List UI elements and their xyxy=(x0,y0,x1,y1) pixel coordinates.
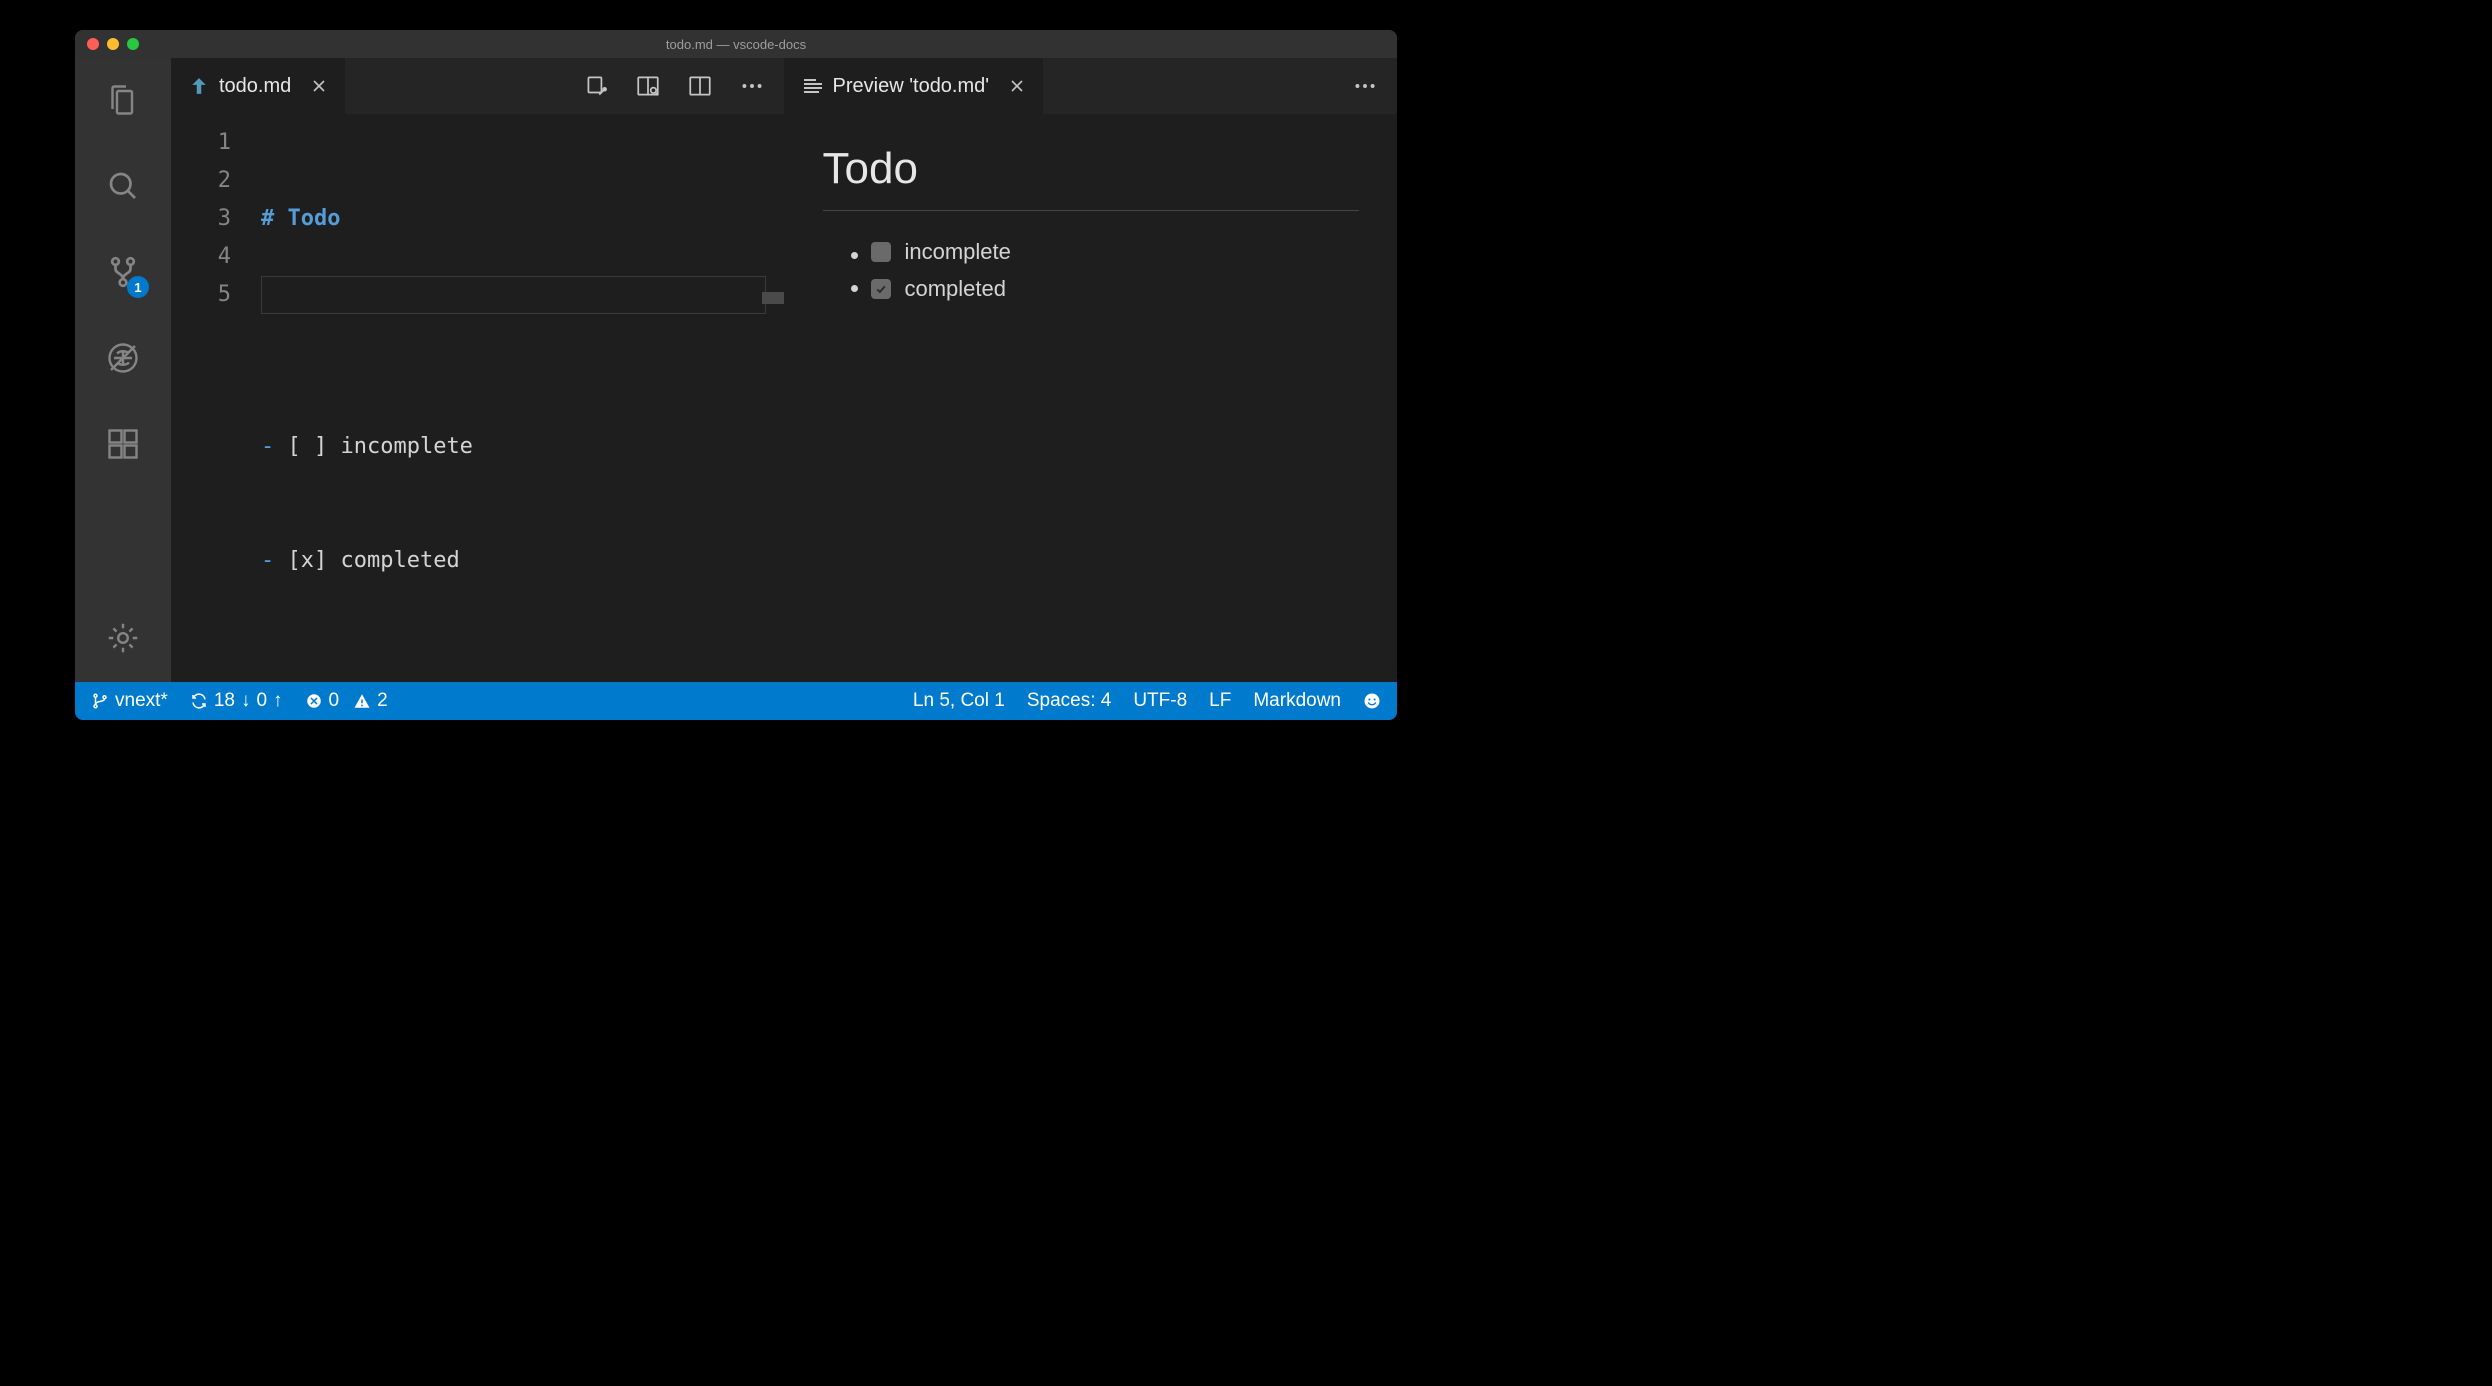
extensions-icon[interactable] xyxy=(99,420,147,468)
scm-badge: 1 xyxy=(127,276,149,298)
tab-preview[interactable]: Preview 'todo.md' xyxy=(785,58,1044,114)
tabs-row-right: Preview 'todo.md' xyxy=(785,58,1398,114)
status-language[interactable]: Markdown xyxy=(1253,690,1341,712)
arrow-up-icon: ↑ xyxy=(273,690,283,712)
code-text: [ ] incomplete xyxy=(288,434,473,459)
source-control-icon[interactable]: 1 xyxy=(99,248,147,296)
editor-pane-preview: Preview 'todo.md' Todo xyxy=(785,58,1398,682)
sync-incoming: 18 xyxy=(214,690,235,712)
debug-icon[interactable] xyxy=(99,334,147,382)
more-actions-icon[interactable] xyxy=(1351,72,1379,100)
line-number: 1 xyxy=(171,124,231,162)
split-editor-icon[interactable] xyxy=(686,72,714,100)
list-item: incomplete xyxy=(871,239,1360,265)
list-item: completed xyxy=(871,275,1360,302)
code-content: # Todo - [ ] incomplete - [x] completed xyxy=(261,114,784,682)
open-preview-side-icon[interactable] xyxy=(634,72,662,100)
editor-pane-source: todo.md xyxy=(171,58,785,682)
status-encoding[interactable]: UTF-8 xyxy=(1133,690,1187,712)
arrow-down-icon: ↓ xyxy=(241,690,251,712)
preview-heading: Todo xyxy=(823,144,1360,211)
tab-close-icon[interactable] xyxy=(1005,74,1029,98)
activity-bar: 1 xyxy=(75,58,171,682)
list-item-label: incomplete xyxy=(905,239,1011,265)
checkbox-checked-icon xyxy=(871,279,891,299)
settings-gear-icon[interactable] xyxy=(99,614,147,662)
window-maximize-button[interactable] xyxy=(127,38,139,50)
line-number: 3 xyxy=(171,200,231,238)
code-text: [x] completed xyxy=(288,548,460,573)
main-body: 1 todo.md xyxy=(75,58,1397,682)
list-item-label: completed xyxy=(905,276,1007,302)
checkbox-unchecked-icon xyxy=(871,242,891,262)
titlebar: todo.md — vscode-docs xyxy=(75,30,1397,58)
line-number: 5 xyxy=(171,276,231,314)
status-indent[interactable]: Spaces: 4 xyxy=(1027,690,1112,712)
warning-count: 2 xyxy=(377,690,388,712)
preview-icon xyxy=(803,76,823,96)
status-right: Ln 5, Col 1 Spaces: 4 UTF-8 LF Markdown xyxy=(913,690,1381,712)
more-actions-icon[interactable] xyxy=(738,72,766,100)
status-problems[interactable]: 0 2 xyxy=(305,690,388,712)
tab-todo-md[interactable]: todo.md xyxy=(171,58,345,114)
editor-actions-right xyxy=(1351,58,1397,114)
preview-list: incomplete completed xyxy=(823,239,1360,302)
explorer-icon[interactable] xyxy=(99,76,147,124)
md-heading-marker: # xyxy=(261,206,288,231)
sync-outgoing: 0 xyxy=(256,690,267,712)
md-bullet: - xyxy=(261,548,288,573)
status-branch[interactable]: vnext* xyxy=(91,690,168,712)
error-count: 0 xyxy=(329,690,340,712)
line-number: 4 xyxy=(171,238,231,276)
window-close-button[interactable] xyxy=(87,38,99,50)
status-cursor[interactable]: Ln 5, Col 1 xyxy=(913,690,1005,712)
vscode-window: todo.md — vscode-docs 1 xyxy=(75,30,1397,720)
window-minimize-button[interactable] xyxy=(107,38,119,50)
status-bar: vnext* 18 ↓ 0 ↑ 0 2 Ln 5, Col 1 Spaces: 4 … xyxy=(75,682,1397,720)
branch-name: vnext* xyxy=(115,690,168,712)
window-title: todo.md — vscode-docs xyxy=(75,37,1397,52)
tab-close-icon[interactable] xyxy=(307,74,331,98)
line-number: 2 xyxy=(171,162,231,200)
search-icon[interactable] xyxy=(99,162,147,210)
markdown-file-icon xyxy=(189,76,209,96)
overview-ruler-mark xyxy=(762,292,784,304)
code-editor[interactable]: 1 2 3 4 5 # Todo - [ ] incomplete - [x] … xyxy=(171,114,784,682)
editor-split: todo.md xyxy=(171,58,1397,682)
line-gutter: 1 2 3 4 5 xyxy=(171,114,261,682)
feedback-smiley-icon[interactable] xyxy=(1363,692,1381,710)
markdown-preview[interactable]: Todo incomplete xyxy=(785,114,1398,682)
tabs-row-left: todo.md xyxy=(171,58,784,114)
open-changes-icon[interactable] xyxy=(582,72,610,100)
status-left: vnext* 18 ↓ 0 ↑ 0 2 xyxy=(91,690,388,712)
tab-label: Preview 'todo.md' xyxy=(833,75,990,98)
editor-actions-left xyxy=(582,58,784,114)
tab-label: todo.md xyxy=(219,75,291,98)
md-bullet: - xyxy=(261,434,288,459)
status-sync[interactable]: 18 ↓ 0 ↑ xyxy=(190,690,283,712)
status-eol[interactable]: LF xyxy=(1209,690,1231,712)
traffic-lights xyxy=(87,38,139,50)
md-heading-text: Todo xyxy=(288,206,341,231)
